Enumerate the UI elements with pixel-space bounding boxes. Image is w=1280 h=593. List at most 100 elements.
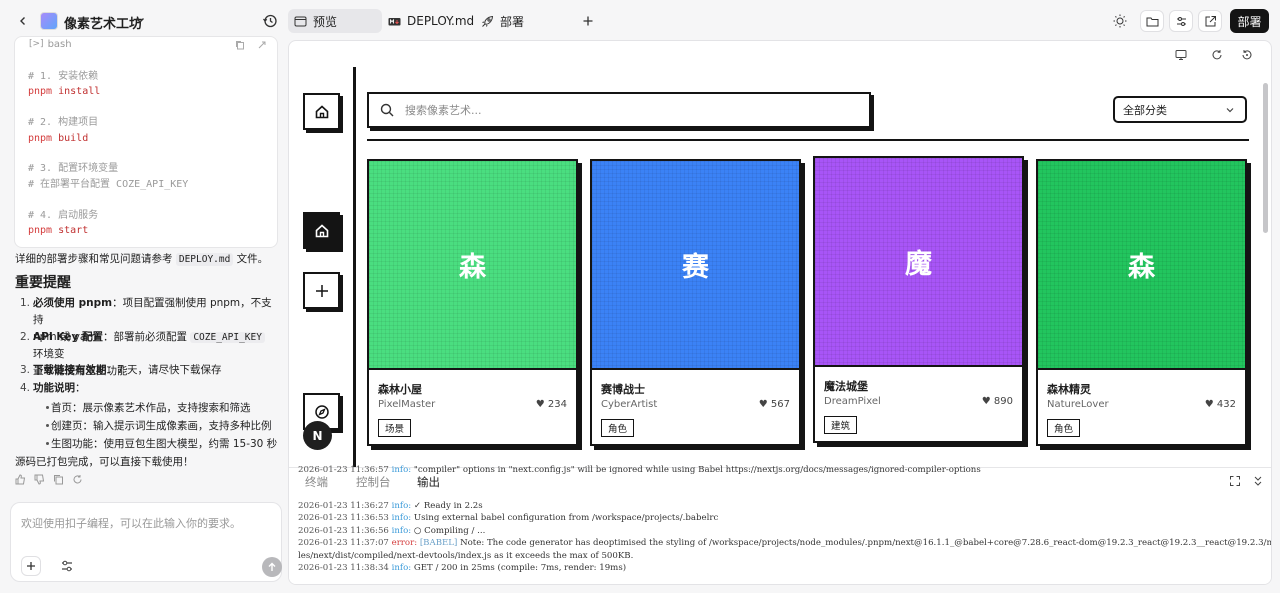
artwork-author: DreamPixel [824, 396, 881, 407]
artwork-card[interactable]: 森森林精灵 NatureLover ♥ 432 角色 [1036, 159, 1247, 446]
chevron-down-icon[interactable] [134, 14, 146, 26]
refresh-icon[interactable] [72, 474, 83, 485]
artwork-title: 赛博战士 [601, 383, 645, 396]
divider [367, 139, 1249, 141]
artwork-title: 森林小屋 [378, 383, 422, 396]
artwork-tag[interactable]: 角色 [1047, 419, 1081, 437]
settings-sliders-icon[interactable] [59, 558, 75, 574]
code-line: # 4. 启动服务 [28, 208, 277, 223]
tab-label: 预览 [313, 14, 338, 29]
artwork-thumbnail[interactable]: 森 [1038, 161, 1245, 370]
log-level: info: [391, 525, 412, 536]
log-tag: [BABEL] [417, 538, 458, 548]
artwork-thumbnail[interactable]: 赛 [592, 161, 799, 370]
log-line: 2026-01-23 11:36:53 info: Using external… [298, 512, 718, 525]
artwork-card[interactable]: 魔魔法城堡 DreamPixel ♥ 890 建筑 [813, 156, 1024, 443]
list-number: 2. [20, 331, 31, 343]
tab-deploy[interactable]: 部署 [475, 9, 530, 33]
open-external-button[interactable] [1198, 10, 1222, 32]
log-level: error: [391, 538, 418, 548]
copy-icon[interactable] [235, 40, 245, 50]
device-icon[interactable] [1175, 49, 1187, 61]
list-item-bold: 下载链接有效期 [33, 364, 107, 376]
tab-preview[interactable]: 预览 [288, 9, 382, 33]
thumbs-up-icon[interactable] [15, 474, 26, 485]
like-count[interactable]: ♥ 432 [1205, 399, 1236, 410]
wrap-icon[interactable] [257, 40, 267, 50]
rocket-icon [481, 15, 494, 28]
tab-deploy-md[interactable]: DEPLOY.md [382, 9, 480, 33]
copy-icon[interactable] [53, 474, 64, 485]
artwork-thumbnail[interactable]: 魔 [815, 158, 1022, 367]
thumbs-down-icon[interactable] [34, 474, 45, 485]
nav-create-button[interactable] [303, 272, 340, 309]
artwork-glyph: 赛 [682, 252, 709, 283]
artwork-title: 森林精灵 [1047, 383, 1091, 396]
log-level: info: [391, 563, 412, 573]
code-command: pnpm [28, 86, 53, 98]
reset-icon[interactable] [1241, 49, 1253, 61]
history-icon[interactable] [262, 13, 278, 29]
log-line: 2026-01-23 11:36:56 info: ○ Compiling / … [298, 525, 485, 538]
like-count[interactable]: ♥ 567 [759, 399, 790, 410]
nav-home-button[interactable] [303, 212, 340, 249]
chevron-down-icon [1225, 105, 1235, 115]
like-count[interactable]: ♥ 890 [982, 396, 1013, 407]
artwork-tag[interactable]: 角色 [601, 419, 635, 437]
artwork-tag[interactable]: 场景 [378, 419, 412, 437]
folder-button[interactable] [1140, 10, 1164, 32]
user-avatar[interactable]: N [303, 421, 332, 450]
code-header: [>] bash [15, 37, 277, 51]
search-bar[interactable] [367, 92, 871, 128]
send-button[interactable] [262, 557, 282, 577]
chat-input-placeholder[interactable]: 欢迎使用扣子编程，可以在此输入你的要求。 [21, 515, 241, 531]
reload-icon[interactable] [1211, 49, 1223, 61]
deploy-button[interactable]: 部署 [1230, 9, 1269, 33]
code-argument: build [52, 132, 89, 144]
artwork-author: PixelMaster [378, 399, 436, 410]
log-line: 2026-01-23 11:36:27 info: ✓ Ready in 2.2… [298, 500, 483, 513]
collapse-icon[interactable] [1252, 475, 1264, 487]
like-value: 432 [1216, 399, 1236, 410]
settings-button[interactable] [1169, 10, 1193, 32]
log-timestamp: 2026-01-23 11:36:57 [298, 465, 392, 475]
list-item-bold: 必须使用 pnpm [33, 297, 113, 309]
log-timestamp: 2026-01-23 11:37:07 [298, 538, 392, 548]
code-lang: bash [47, 38, 72, 50]
add-button[interactable] [21, 556, 41, 576]
like-value: 234 [547, 399, 567, 410]
project-name[interactable]: 像素艺术工坊 [64, 13, 142, 32]
category-select[interactable]: 全部分类 [1113, 96, 1247, 123]
log-message: Using external babel configuration from … [411, 513, 719, 523]
chat-input-box[interactable]: 欢迎使用扣子编程，可以在此输入你的要求。 [10, 502, 282, 582]
artwork-tag[interactable]: 建筑 [824, 416, 858, 434]
search-input[interactable] [405, 100, 845, 120]
maximize-icon[interactable] [1229, 475, 1241, 487]
list-number: 3. [20, 364, 31, 376]
theme-toggle-icon[interactable] [1112, 13, 1128, 29]
artwork-card[interactable]: 森森林小屋 PixelMaster ♥ 234 场景 [367, 159, 578, 446]
home-logo-button[interactable] [303, 93, 340, 130]
list-item-text: ： [75, 382, 86, 394]
deploy-note-suffix: 文件。 [236, 253, 269, 265]
add-tab-icon[interactable] [580, 13, 596, 29]
log-level: info: [391, 500, 412, 511]
sub-list-item: 创建页：输入提示词生成像素画，支持多种比例 [46, 420, 272, 432]
artwork-card[interactable]: 赛赛博战士 CyberArtist ♥ 567 角色 [590, 159, 801, 446]
scrollbar[interactable] [1263, 83, 1268, 233]
artwork-glyph: 森 [459, 252, 486, 283]
deploy-note-code: DEPLOY.md [175, 253, 234, 266]
log-message: ○ Compiling / ... [411, 525, 486, 536]
preview-pane: N 全部分类 森森林小屋 PixelMaster ♥ 234 场景 赛赛博战士 Cyber… [288, 40, 1272, 585]
like-count[interactable]: ♥ 234 [536, 399, 567, 410]
category-select-value: 全部分类 [1123, 103, 1167, 117]
back-icon[interactable] [14, 12, 32, 30]
artwork-title: 魔法城堡 [824, 380, 868, 393]
artwork-thumbnail[interactable]: 森 [369, 161, 576, 370]
terminal-icon: [>] [29, 39, 44, 49]
sub-list-item: 首页：展示像素艺术作品，支持搜索和筛选 [46, 402, 251, 414]
list-item-code: COZE_API_KEY [190, 332, 265, 343]
tab-label: DEPLOY.md [407, 14, 475, 28]
